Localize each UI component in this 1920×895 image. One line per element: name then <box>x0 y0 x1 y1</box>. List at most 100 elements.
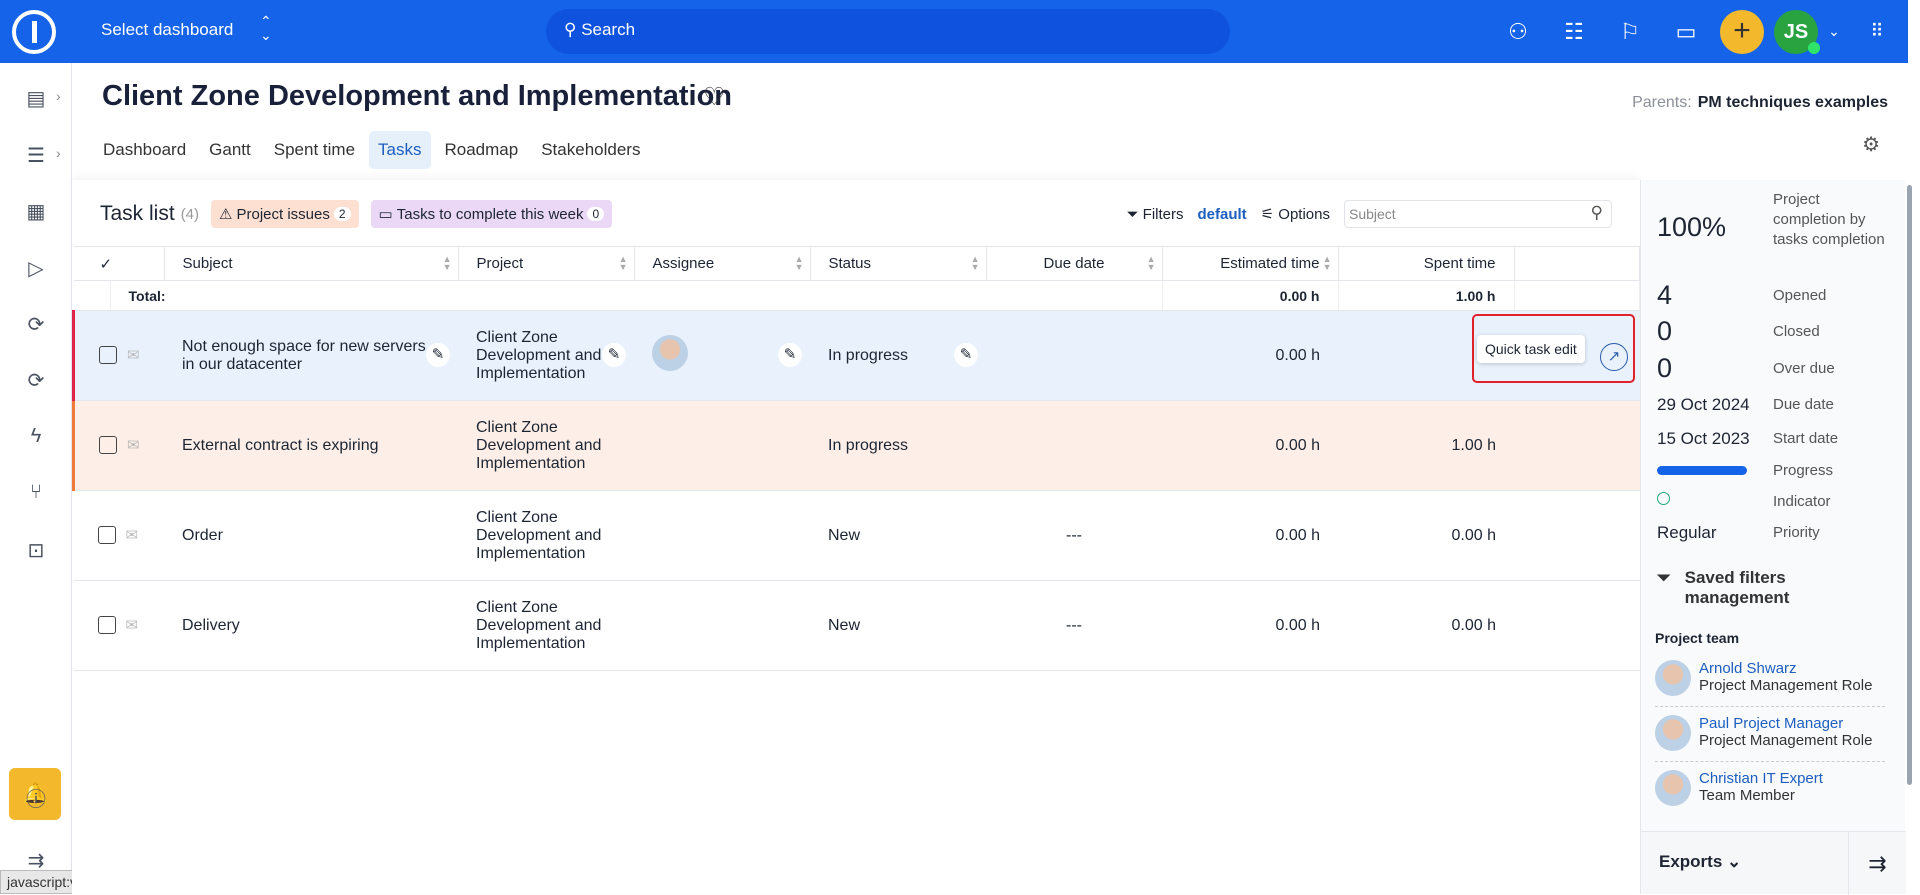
row-checkbox[interactable] <box>99 346 117 365</box>
pencil-icon[interactable]: ✎ <box>426 343 450 367</box>
tree-icon[interactable]: ☰ › <box>22 143 61 171</box>
scrollbar[interactable] <box>1907 185 1912 785</box>
checklist-icon[interactable]: ☷ <box>1546 19 1602 45</box>
table-row[interactable]: ✉ Not enough space for new servers in ou… <box>72 310 1640 401</box>
col-project[interactable]: Project ▲ ▼ <box>458 246 635 281</box>
task-estimated: 0.00 h <box>1162 310 1338 401</box>
task-project[interactable]: Client Zone Development and Implementati… <box>458 400 634 491</box>
row-checkbox[interactable] <box>97 616 116 635</box>
project-issues-badge[interactable]: ⚠ Project issues 2 <box>211 200 359 228</box>
member-name[interactable]: Arnold Shwarz <box>1699 660 1872 677</box>
row-checkbox[interactable] <box>99 436 117 455</box>
add-button[interactable]: + <box>1720 9 1764 54</box>
task-project[interactable]: Client Zone Development and Implementati… <box>458 580 634 671</box>
assignee-avatar[interactable] <box>652 335 688 371</box>
board-icon[interactable]: ▦ <box>22 199 50 227</box>
task-project[interactable]: Client Zone Development and Implementati… <box>458 490 634 581</box>
task-due <box>986 310 1162 401</box>
tab-stakeholders[interactable]: Stakeholders <box>532 131 649 169</box>
member-name[interactable]: Paul Project Manager <box>1699 715 1872 732</box>
col-due-date[interactable]: Due date ▲ ▼ <box>986 246 1163 281</box>
opened-label: Opened <box>1773 287 1827 304</box>
flag-icon[interactable]: ⚐ <box>1602 19 1658 45</box>
pencil-icon[interactable]: ✎ <box>954 343 978 367</box>
dashboard-icon[interactable]: ▤ › <box>22 86 61 114</box>
progress-label: Progress <box>1773 462 1834 479</box>
task-project[interactable]: Client Zone Development and Implementati… <box>476 329 601 382</box>
mail-icon: ✉ <box>127 347 140 365</box>
branch-icon[interactable]: ⑂ <box>22 481 50 509</box>
tab-gantt[interactable]: Gantt <box>200 131 260 169</box>
heart-icon[interactable]: ♡ <box>703 82 725 112</box>
collapse-box-icon[interactable]: ⊡ <box>22 538 50 566</box>
exports-label: Exports <box>1659 852 1723 871</box>
tasks-this-week-badge[interactable]: ▭ Tasks to complete this week 0 <box>370 200 613 228</box>
task-subject[interactable]: Order <box>164 490 458 581</box>
pencil-icon[interactable]: ✎ <box>602 343 626 367</box>
avatar[interactable]: JS <box>1774 9 1820 54</box>
priority-value: Regular <box>1657 523 1717 542</box>
task-subject[interactable]: External contract is expiring <box>164 400 458 491</box>
parent-link[interactable]: PM techniques examples <box>1698 94 1888 111</box>
collapse-panel-icon[interactable]: ⇉ <box>1848 832 1906 895</box>
task-subject[interactable]: Not enough space for new servers in our … <box>182 338 426 373</box>
lightning-icon[interactable]: ϟ <box>22 425 50 453</box>
row-checkbox[interactable] <box>97 526 116 545</box>
member-role: Project Management Role <box>1699 677 1873 694</box>
member-name[interactable]: Christian IT Expert <box>1699 770 1823 787</box>
task-estimated: 0.00 h <box>1162 400 1338 491</box>
filters-button[interactable]: ⏷ Filters <box>1126 206 1183 223</box>
start-date-label: Start date <box>1773 430 1839 447</box>
sliders-icon[interactable]: ⚙ <box>1862 132 1880 157</box>
chevron-updown-icon[interactable]: ⌃ ⌄ <box>260 14 272 42</box>
task-list-title: Task list <box>100 202 175 225</box>
table-row[interactable]: ✉ Delivery Client Zone Development and I… <box>73 580 1640 671</box>
indicator-circle-icon <box>1657 492 1670 505</box>
info-icon[interactable]: ⓘ <box>22 783 50 811</box>
calendar-icon[interactable]: ▭ <box>1658 19 1714 45</box>
external-link-icon[interactable]: ↗ <box>1600 343 1628 371</box>
app-logo[interactable] <box>12 10 56 54</box>
pencil-icon[interactable]: ✎ <box>778 343 802 367</box>
tab-roadmap[interactable]: Roadmap <box>436 131 528 169</box>
task-spent: 1.00 h <box>1338 400 1514 491</box>
mail-icon: ✉ <box>127 437 140 455</box>
start-date-value: 15 Oct 2023 <box>1657 429 1750 448</box>
col-status[interactable]: Status ▲ ▼ <box>810 246 987 281</box>
subject-search-input[interactable]: ⚲ Subject <box>1344 200 1612 228</box>
select-dashboard[interactable]: Select dashboard <box>101 20 233 40</box>
closed-label: Closed <box>1773 323 1820 340</box>
sync-icon[interactable]: ⟳ <box>22 312 50 340</box>
tab-spent-time[interactable]: Spent time <box>265 131 364 169</box>
sidebar: ▤ › ☰ › ▦ ▷ ⟳ ⟳ ϟ ⑂ ⊡ 🔔 ⓘ ⇉ <box>0 63 72 894</box>
chevron-down-icon[interactable]: ⌄ <box>1822 23 1846 40</box>
parents-label: Parents: <box>1632 94 1692 111</box>
team-member: Arnold Shwarz Project Management Role <box>1655 660 1885 707</box>
default-filter-link[interactable]: default <box>1198 206 1247 223</box>
search-input[interactable]: ⚲ Search <box>546 9 1230 54</box>
task-spent: 0.00 h <box>1338 490 1514 581</box>
project-sidebar-panel: 100% Project completion by tasks completi… <box>1640 180 1906 895</box>
total-spent: 1.00 h <box>1338 280 1515 311</box>
task-subject[interactable]: Delivery <box>164 580 458 671</box>
tab-tasks[interactable]: Tasks <box>369 131 431 169</box>
overdue-value: 0 <box>1657 353 1673 383</box>
col-assignee[interactable]: Assignee ▲ ▼ <box>634 246 811 281</box>
saved-filters-management[interactable]: ⏷ Saved filters management <box>1657 568 1805 608</box>
search-icon[interactable]: ⚲ <box>1591 203 1603 223</box>
col-estimated-time[interactable]: Estimated time ▲ ▼ <box>1162 246 1339 281</box>
col-subject[interactable]: Subject ▲ ▼ <box>164 246 459 281</box>
user-icon[interactable]: ⚇ <box>1490 19 1546 45</box>
table-row[interactable]: ✉ External contract is expiring Client Z… <box>72 400 1640 491</box>
refresh-icon[interactable]: ⟳ <box>22 368 50 396</box>
table-row[interactable]: ✉ Order Client Zone Development and Impl… <box>73 490 1640 581</box>
exports-dropdown[interactable]: Exports ⌄ <box>1659 852 1741 872</box>
col-spent-time[interactable]: Spent time <box>1338 246 1515 281</box>
select-all-header[interactable]: ✓ <box>73 246 165 281</box>
options-icon: ⚟ <box>1260 206 1275 223</box>
tab-dashboard[interactable]: Dashboard <box>94 131 195 169</box>
options-button[interactable]: ⚟ Options <box>1261 205 1330 223</box>
badge-label: Tasks to complete this week <box>396 205 584 223</box>
apps-grid-icon[interactable]: ⠿ <box>1846 21 1908 42</box>
play-icon[interactable]: ▷ <box>22 256 50 284</box>
